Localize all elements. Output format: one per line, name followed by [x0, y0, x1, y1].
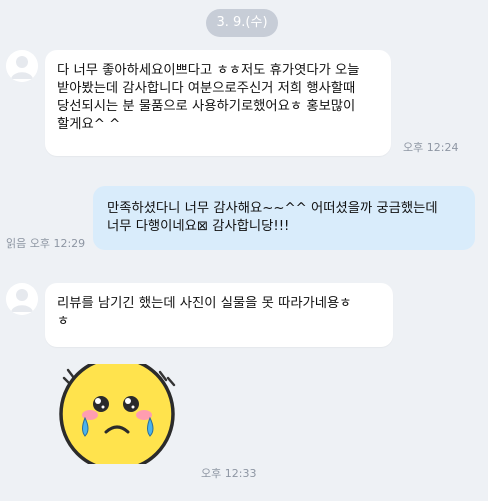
date-divider: 3. 9.(수)	[206, 9, 278, 37]
default-profile-icon	[6, 283, 38, 315]
crying-face-sticker[interactable]	[56, 356, 184, 472]
message-time: 오후 12:33	[201, 467, 257, 480]
message-bubble-outgoing[interactable]: 만족하셨다니 너무 감사해요~~^^ 어떠셨을까 궁금했는데 너무 다행이네요⊠…	[93, 186, 475, 250]
default-profile-icon	[6, 50, 38, 82]
read-receipt-time: 읽음 오후 12:29	[6, 237, 86, 250]
crying-face-icon	[59, 356, 176, 472]
avatar[interactable]	[6, 50, 38, 82]
message-time: 오후 12:24	[403, 141, 459, 154]
message-bubble[interactable]: 다 너무 좋아하세요이쁘다고 ㅎㅎ저도 휴가엿다가 오늘 받아봤는데 감사합니다…	[45, 50, 391, 156]
message-bubble[interactable]: 리뷰를 남기긴 했는데 사진이 실물을 못 따라가네용ㅎ ㅎ	[45, 283, 393, 347]
avatar[interactable]	[6, 283, 38, 315]
